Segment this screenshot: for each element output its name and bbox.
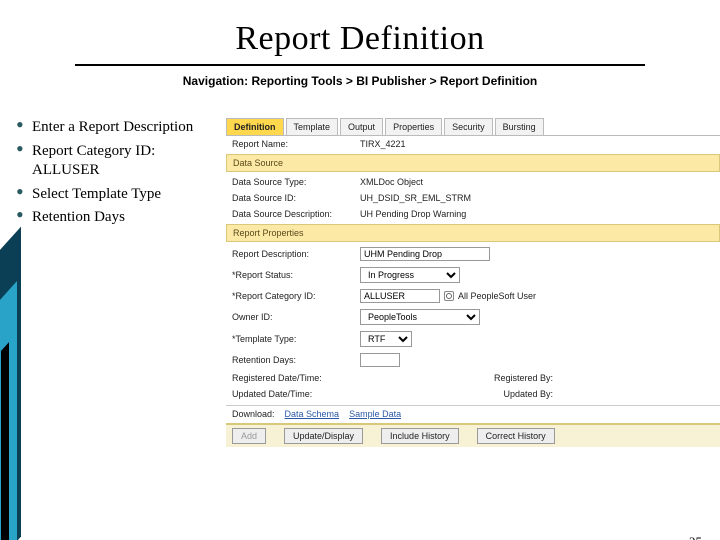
label-owner: Owner ID: — [232, 312, 360, 322]
content-area: Enter a Report Description Report Catego… — [0, 118, 720, 447]
link-sample-data[interactable]: Sample Data — [349, 409, 401, 419]
label-report-name: Report Name: — [232, 139, 360, 149]
bullet-item: Retention Days — [16, 208, 216, 228]
value-ds-desc: UH Pending Drop Warning — [360, 209, 466, 219]
label-reg-dt: Registered Date/Time: — [232, 373, 352, 383]
section-report-properties: Report Properties — [226, 224, 720, 242]
value-ds-type: XMLDoc Object — [360, 177, 423, 187]
footer-buttons: Add Update/Display Include History Corre… — [226, 423, 720, 447]
tab-properties[interactable]: Properties — [385, 118, 442, 135]
input-retention[interactable] — [360, 353, 400, 367]
link-data-schema[interactable]: Data Schema — [285, 409, 340, 419]
tab-bursting[interactable]: Bursting — [495, 118, 544, 135]
value-report-cat-desc: All PeopleSoft User — [458, 291, 536, 301]
select-report-status[interactable]: In Progress — [360, 267, 460, 283]
page-title: Report Definition — [0, 20, 720, 58]
row-template-type: Template Type: RTF — [226, 328, 720, 350]
value-ds-id: UH_DSID_SR_EML_STRM — [360, 193, 471, 203]
include-history-button[interactable]: Include History — [381, 428, 459, 444]
row-registered: Registered Date/Time: Registered By: — [226, 370, 720, 386]
input-report-cat[interactable] — [360, 289, 440, 303]
row-updated: Updated Date/Time: Updated By: — [226, 386, 720, 402]
label-retention: Retention Days: — [232, 355, 360, 365]
label-report-status: Report Status: — [232, 270, 360, 280]
bullet-list: Enter a Report Description Report Catego… — [16, 118, 226, 447]
form-screenshot: Definition Template Output Properties Se… — [226, 118, 720, 447]
label-ds-id: Data Source ID: — [232, 193, 360, 203]
select-owner[interactable]: PeopleTools — [360, 309, 480, 325]
update-display-button[interactable]: Update/Display — [284, 428, 363, 444]
section-data-source: Data Source — [226, 154, 720, 172]
page-number: 25 — [689, 534, 702, 540]
row-owner: Owner ID: PeopleTools — [226, 306, 720, 328]
label-report-cat: Report Category ID: — [232, 291, 360, 301]
row-ds-type: Data Source Type: XMLDoc Object — [226, 174, 720, 190]
label-ds-desc: Data Source Description: — [232, 209, 360, 219]
label-upd-dt: Updated Date/Time: — [232, 389, 352, 399]
title-underline — [75, 64, 645, 66]
add-button[interactable]: Add — [232, 428, 266, 444]
bullet-item: Select Template Type — [16, 185, 216, 205]
value-report-name: TIRX_4221 — [360, 139, 406, 149]
tab-template[interactable]: Template — [286, 118, 339, 135]
row-report-name: Report Name: TIRX_4221 — [226, 136, 720, 152]
row-report-desc: Report Description: — [226, 244, 720, 264]
row-report-status: Report Status: In Progress — [226, 264, 720, 286]
tab-definition[interactable]: Definition — [226, 118, 284, 135]
tab-security[interactable]: Security — [444, 118, 493, 135]
slide: Report Definition Navigation: Reporting … — [0, 20, 720, 540]
row-ds-desc: Data Source Description: UH Pending Drop… — [226, 206, 720, 222]
label-download: Download: — [232, 409, 275, 419]
label-ds-type: Data Source Type: — [232, 177, 360, 187]
download-row: Download: Data Schema Sample Data — [226, 405, 720, 419]
row-retention: Retention Days: — [226, 350, 720, 370]
row-ds-id: Data Source ID: UH_DSID_SR_EML_STRM — [226, 190, 720, 206]
correct-history-button[interactable]: Correct History — [477, 428, 555, 444]
lookup-icon[interactable] — [444, 291, 454, 301]
bullet-item: Enter a Report Description — [16, 118, 216, 138]
row-report-cat: Report Category ID: All PeopleSoft User — [226, 286, 720, 306]
breadcrumb: Navigation: Reporting Tools > BI Publish… — [0, 74, 720, 88]
tab-bar: Definition Template Output Properties Se… — [226, 118, 720, 136]
select-template-type[interactable]: RTF — [360, 331, 412, 347]
input-report-desc[interactable] — [360, 247, 490, 261]
label-upd-by: Updated By: — [473, 389, 553, 399]
label-template-type: Template Type: — [232, 334, 360, 344]
label-report-desc: Report Description: — [232, 249, 360, 259]
label-reg-by: Registered By: — [473, 373, 553, 383]
tab-output[interactable]: Output — [340, 118, 383, 135]
bullet-item: Report Category ID: ALLUSER — [16, 142, 216, 181]
